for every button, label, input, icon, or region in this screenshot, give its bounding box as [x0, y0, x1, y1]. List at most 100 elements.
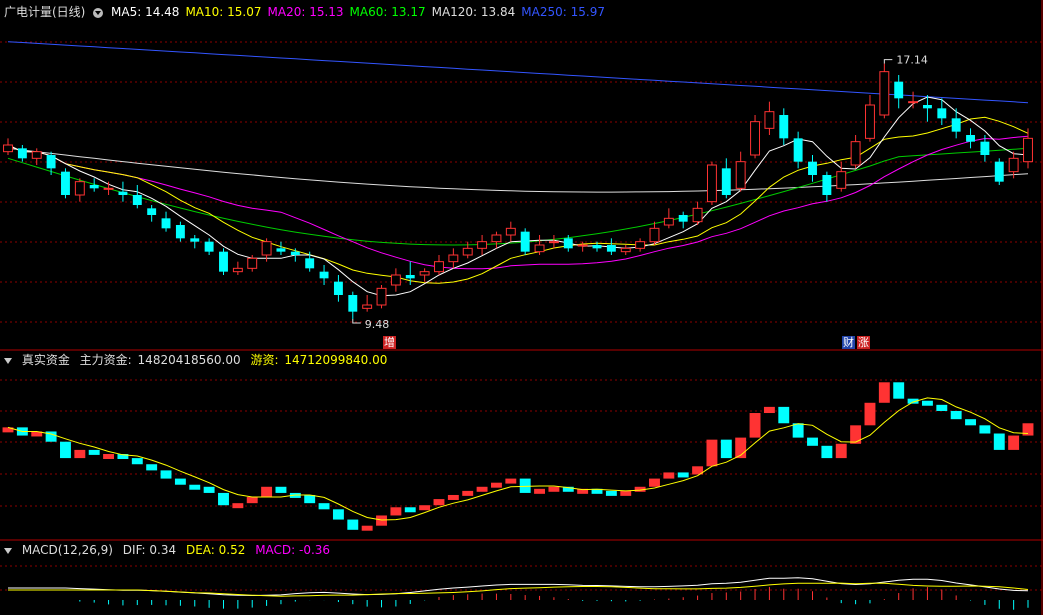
- candle-body: [247, 257, 258, 269]
- candle-body: [147, 208, 157, 215]
- macd-panel-header: MACD(12,26,9) DIF: 0.34 DEA: 0.52 MACD: …: [4, 541, 336, 559]
- candle-body: [448, 254, 459, 263]
- fund-bar: [347, 519, 359, 530]
- fund-bar: [677, 472, 689, 478]
- low-price-label: 9.48: [365, 318, 390, 331]
- fund-bar: [850, 425, 862, 444]
- ma60-line: [7, 147, 1029, 246]
- candle-body: [1008, 157, 1019, 173]
- candle-body: [894, 81, 904, 99]
- fund-bar: [534, 488, 546, 494]
- dropdown-icon[interactable]: [4, 357, 12, 364]
- main-fund-label: 主力资金:: [79, 353, 132, 367]
- candle-body: [405, 275, 415, 279]
- candle-body: [61, 171, 70, 195]
- candle-body: [362, 304, 373, 309]
- candle-body: [663, 217, 674, 226]
- ma-legend-item: MA60: 13.17: [349, 5, 426, 19]
- stock-chart[interactable]: 17.14 9.48: [0, 0, 1043, 615]
- fund-bar: [404, 507, 416, 513]
- candle-body: [103, 187, 114, 190]
- candle-body: [333, 281, 343, 295]
- candle-body: [994, 161, 1004, 182]
- fund-bar: [1008, 435, 1020, 450]
- candle-body: [808, 161, 817, 175]
- candle-body: [879, 71, 890, 116]
- fund-bar: [490, 482, 502, 488]
- candle-body: [3, 144, 13, 153]
- collapse-icon[interactable]: [93, 7, 104, 18]
- stock-title[interactable]: 广电计量(日线): [4, 5, 85, 19]
- hot-fund-label: 游资:: [250, 353, 279, 367]
- fund-bar: [519, 478, 531, 493]
- fund-bar: [103, 454, 115, 459]
- fund-bar: [950, 410, 962, 420]
- fund-bar: [965, 419, 976, 426]
- candle-body: [477, 241, 488, 249]
- fund-panel-title[interactable]: 真实资金: [22, 353, 70, 367]
- candle-body: [606, 245, 616, 252]
- candle-body: [348, 295, 358, 312]
- macd-dea: DEA: 0.52: [185, 543, 246, 557]
- candle-body: [980, 141, 990, 155]
- candle-body: [31, 151, 42, 159]
- fund-bar: [131, 458, 143, 465]
- candle-body: [750, 121, 760, 156]
- macd-dif: DIF: 0.34: [122, 543, 177, 557]
- candle-body: [735, 161, 746, 189]
- fund-bar: [893, 382, 905, 399]
- candle-body: [46, 155, 56, 169]
- candle-body: [74, 181, 85, 196]
- candle-body: [951, 118, 961, 132]
- candle-body: [779, 115, 789, 139]
- fund-bar: [476, 486, 488, 492]
- fund-bar: [304, 494, 316, 504]
- fund-bar: [318, 503, 330, 510]
- candle-body: [908, 101, 919, 104]
- candle-body: [520, 231, 530, 252]
- ma120-line: [7, 147, 1029, 193]
- candle-body: [190, 238, 200, 242]
- fund-bar: [864, 402, 876, 426]
- macd-title[interactable]: MACD(12,26,9): [22, 543, 113, 557]
- fund-bar: [936, 404, 948, 411]
- macd-value: MACD: -0.36: [255, 543, 331, 557]
- badge-zeng[interactable]: 增: [383, 336, 396, 349]
- dif-line: [8, 577, 1029, 597]
- candle-body: [276, 248, 286, 252]
- candle-body: [865, 104, 875, 139]
- fund-bar: [720, 439, 732, 459]
- high-marker: [883, 59, 893, 64]
- fund-bar: [433, 499, 445, 506]
- fund-bar: [620, 490, 632, 496]
- fund-bar: [419, 505, 431, 511]
- candle-body: [17, 148, 27, 159]
- fund-bar: [447, 494, 459, 500]
- candle-body: [850, 141, 861, 166]
- fund-bar: [979, 425, 991, 434]
- fund-bar: [232, 503, 244, 509]
- fund-bar: [878, 382, 890, 403]
- candle-body: [721, 168, 731, 195]
- candle-body: [635, 241, 646, 249]
- dropdown-icon[interactable]: [4, 547, 12, 554]
- fund-bar: [146, 464, 158, 471]
- fund-bar: [160, 470, 172, 479]
- badge-zhang[interactable]: 涨: [857, 336, 870, 349]
- candle-body: [577, 244, 588, 247]
- fund-bar: [807, 437, 818, 446]
- fund-bar: [778, 406, 790, 424]
- fund-bar: [835, 443, 847, 459]
- candle-body: [204, 241, 214, 252]
- candle-body: [1023, 137, 1033, 163]
- fund-bar: [203, 486, 215, 493]
- high-price-label: 17.14: [896, 54, 928, 67]
- candle-body: [548, 241, 559, 244]
- badge-cai[interactable]: 财: [842, 336, 855, 349]
- ma-legend-item: MA120: 13.84: [431, 5, 516, 19]
- fund-bar: [361, 525, 373, 531]
- fund-bar: [548, 486, 560, 492]
- candle-body: [419, 271, 430, 276]
- fund-bar: [821, 445, 833, 459]
- candle-body: [376, 287, 387, 306]
